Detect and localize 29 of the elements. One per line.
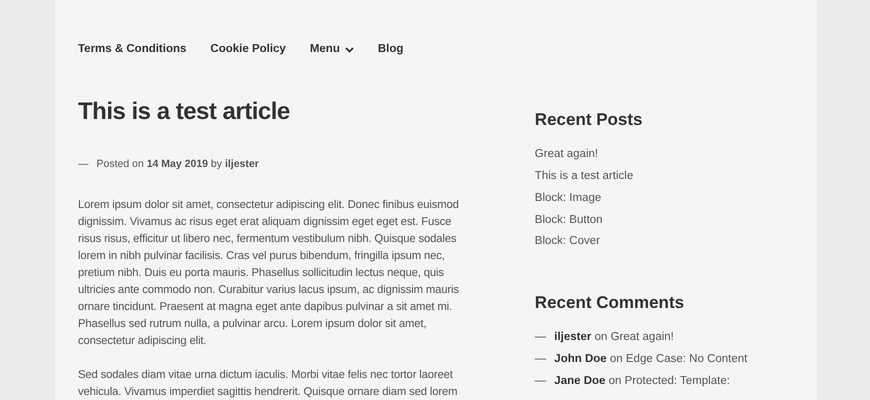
comment-author: iljester	[554, 331, 592, 344]
dash: —	[534, 374, 546, 389]
article-title: This is a test article	[78, 98, 291, 127]
post-link[interactable]: Great again!	[534, 144, 794, 166]
comment-post-link[interactable]: Great again!	[610, 331, 674, 344]
comment-text: on	[610, 353, 623, 365]
comment-text: on	[608, 374, 622, 387]
post-link[interactable]: This is a test article	[534, 166, 794, 188]
widget-title: Recent Comments	[534, 292, 686, 314]
menu-dropdown[interactable]: Menu	[310, 28, 354, 72]
post-link[interactable]: Block: Image	[534, 188, 794, 210]
article-paragraph: Sed sodales diam vitae urna dictum iaculis. Morbi vitae felis nec tortor laoreet vehicula. Vivamus imperdiet sagittis hendrerit. Quisque ornare diam sed lorem	[78, 368, 458, 400]
nav-link[interactable]: Cookie Policy	[210, 28, 286, 72]
widget-title: Recent Posts	[534, 110, 644, 130]
caret-icon	[344, 47, 354, 53]
nav-link[interactable]: Blog	[378, 28, 404, 72]
comment-author: Jane Doe	[554, 374, 606, 387]
comment-post-link[interactable]: Edge Case: No Content	[626, 353, 748, 365]
post-meta: Posted on 14 May 2019 by iljester	[96, 156, 259, 172]
dash: —	[534, 352, 546, 367]
nav-link[interactable]: Terms & Conditions	[78, 28, 186, 72]
post-link[interactable]: Block: Cover	[534, 231, 794, 253]
post-link[interactable]: Block: Button	[534, 210, 794, 232]
comment-text: on	[594, 331, 608, 344]
comment-author: John Doe	[554, 353, 607, 365]
comment-post-link[interactable]: Protected: Template:	[624, 374, 730, 387]
dash: —	[78, 156, 88, 172]
dash: —	[534, 330, 546, 346]
article-paragraph: Lorem ipsum dolor sit amet, consectetur adipiscing elit. Donec finibus euismod dignissim. Vivamus ac risus eget erat aliquam dignissim eget eget est. Fusce risus risus, efficitur ut libero nec, fermentum vestibulum nibh. Quisque sodales lorem in nibh pulvinar facilisis. Cras vel purus bibendum, fringilla ipsum nec, pretium nibh. Duis eu porta mauris. Phasellus sollicitudin lectus neque, quis ultricies ante commodo non. Curabitur varius lacus ipsum, ac dignissim mauris ornare tincidunt. Praesent at magna eget ante dapibus pulvinar a sit amet mi. Phasellus sed rutrum nulla, a pulvinar arcu. Lorem ipsum dolor sit amet, consectetur adipiscing elit.	[78, 198, 460, 349]
